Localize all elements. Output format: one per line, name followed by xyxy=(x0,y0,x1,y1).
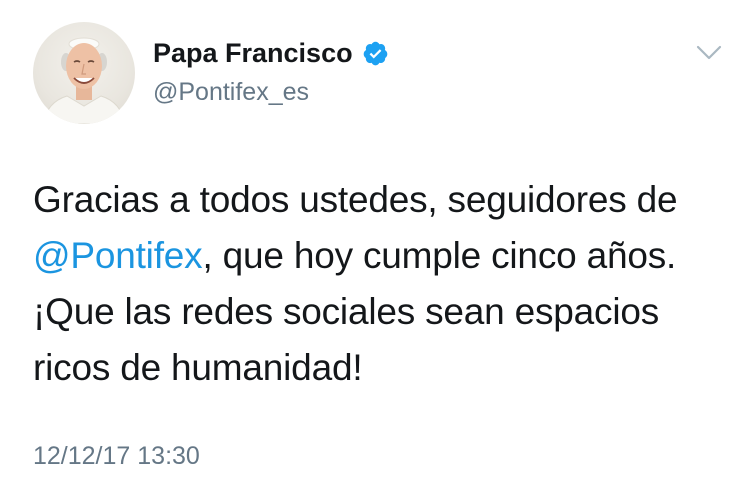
tweet-timestamp[interactable]: 12/12/17 13:30 xyxy=(33,442,200,471)
mention-link[interactable]: @Pontifex xyxy=(33,235,203,276)
tweet-card: Papa Francisco @Pontifex_es Gracias a to… xyxy=(0,0,750,483)
author-display-name-row[interactable]: Papa Francisco xyxy=(153,38,389,69)
verified-badge-icon xyxy=(362,40,389,67)
author-display-name[interactable]: Papa Francisco xyxy=(153,38,353,69)
tweet-text: Gracias a todos ustedes, seguidores de @… xyxy=(33,172,723,396)
chevron-down-icon[interactable] xyxy=(696,44,722,62)
tweet-text-part1: Gracias a todos ustedes, seguidores de xyxy=(33,179,678,220)
avatar-image xyxy=(42,37,126,124)
author-handle[interactable]: @Pontifex_es xyxy=(153,78,309,107)
avatar[interactable] xyxy=(33,22,135,124)
